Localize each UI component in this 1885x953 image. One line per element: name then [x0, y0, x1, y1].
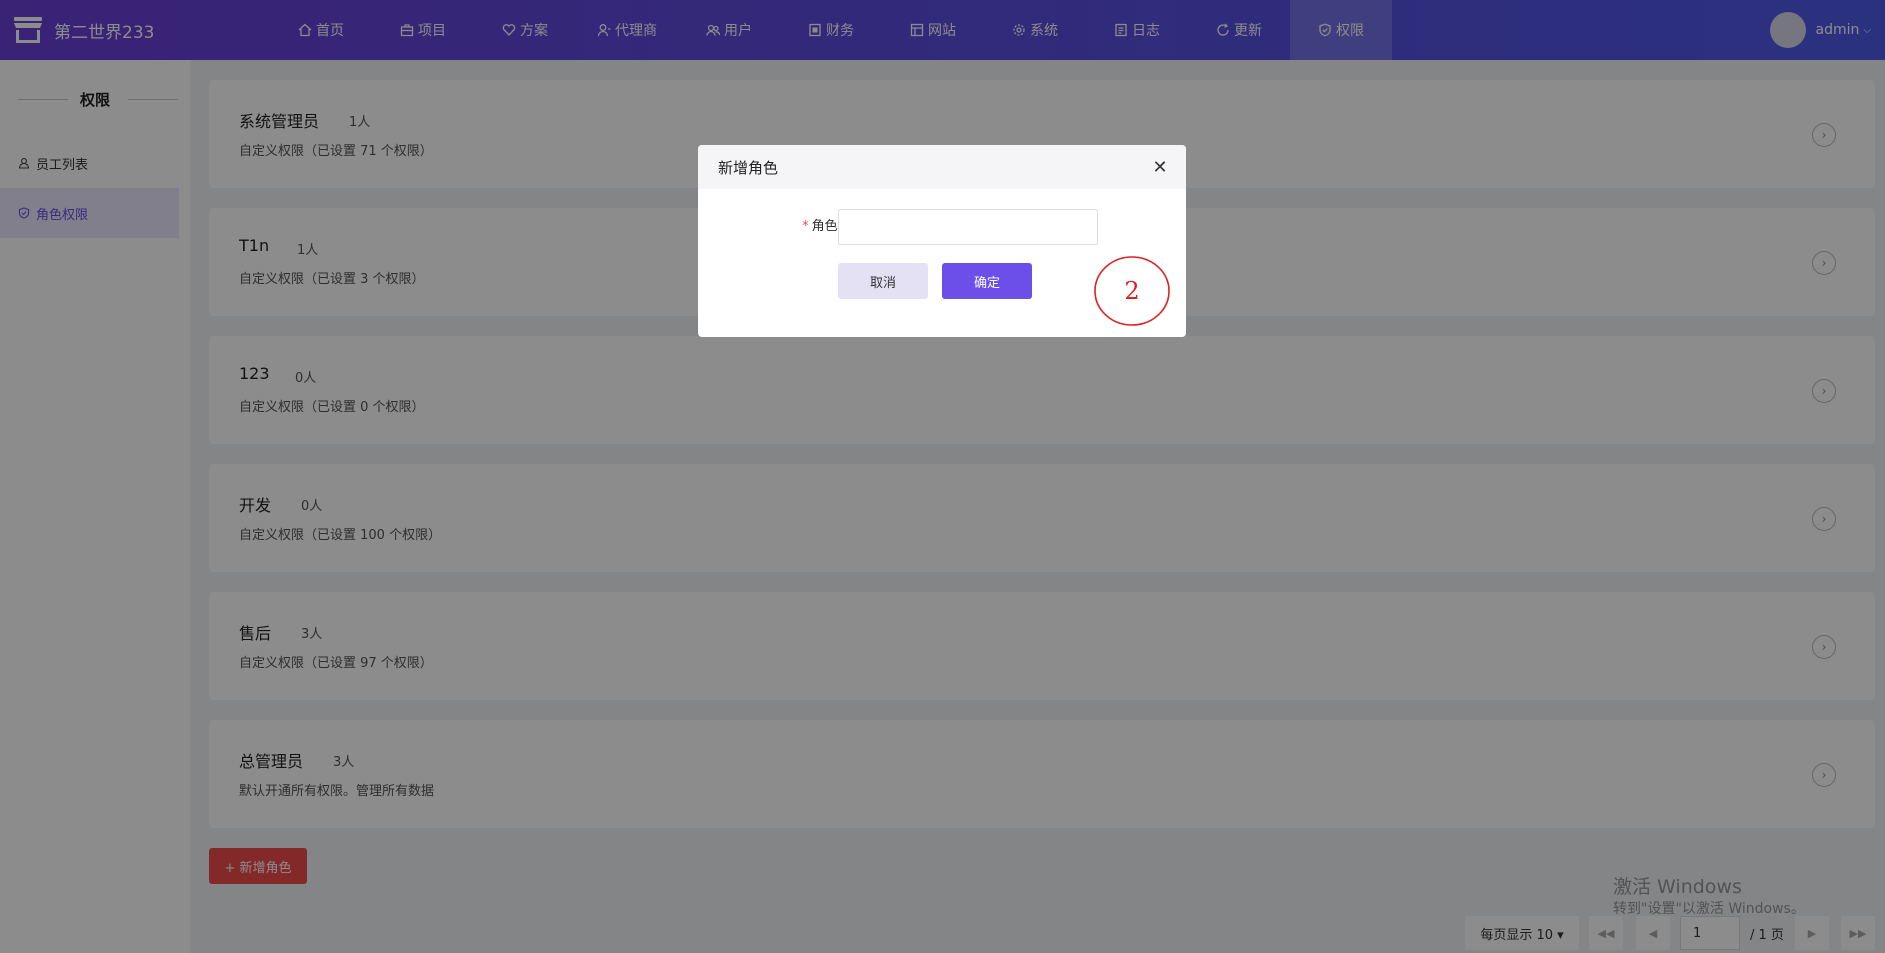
modal-backdrop[interactable] [0, 0, 1885, 953]
role-name-input[interactable] [838, 209, 1098, 245]
step-annotation-circle: 2 [1094, 256, 1170, 326]
confirm-button[interactable]: 确定 [942, 263, 1032, 299]
step-annotation-number: 2 [1124, 277, 1139, 305]
cancel-button[interactable]: 取消 [838, 263, 928, 299]
close-icon[interactable]: ✕ [1150, 157, 1170, 178]
add-role-dialog: 新增角色 ✕ *角色名称: 取消 确定 2 [698, 145, 1186, 337]
required-mark: * [802, 219, 809, 234]
dialog-title: 新增角色 [718, 158, 779, 177]
dialog-header: 新增角色 ✕ [698, 145, 1186, 189]
